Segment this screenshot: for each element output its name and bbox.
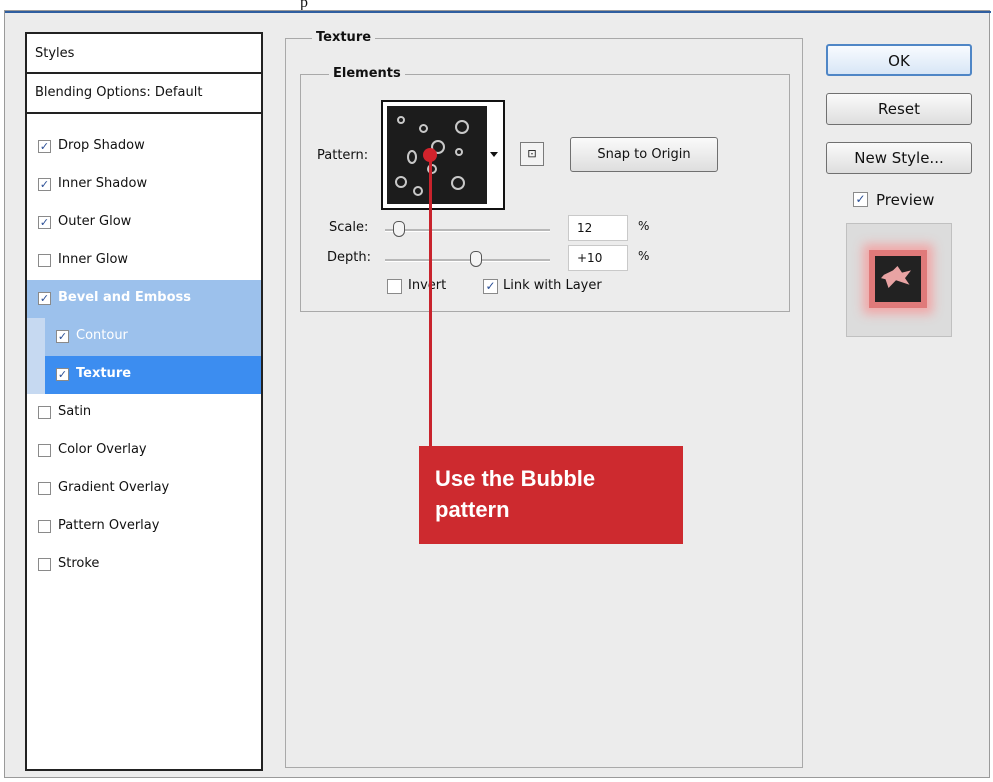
style-item-label: Inner Glow <box>58 252 129 267</box>
scale-label: Scale: <box>329 220 369 235</box>
dialog-top-line <box>5 11 991 13</box>
style-item-contour[interactable]: ✓ Contour <box>45 318 261 356</box>
style-item-label: Outer Glow <box>58 214 132 229</box>
style-preview-thumbnail <box>846 223 952 337</box>
style-item-label: Gradient Overlay <box>58 480 170 495</box>
styles-header-label: Styles <box>35 46 75 61</box>
style-item-label: Texture <box>76 366 132 381</box>
invert-label: Invert <box>408 278 447 293</box>
style-item-drop-shadow[interactable]: ✓ Drop Shadow <box>27 128 261 166</box>
link-with-layer-label: Link with Layer <box>503 278 602 293</box>
style-item-inner-shadow[interactable]: ✓ Inner Shadow <box>27 166 261 204</box>
checkbox-gradient-overlay[interactable] <box>38 482 51 495</box>
ok-button[interactable]: OK <box>826 44 972 76</box>
preview-label: Preview <box>876 191 935 209</box>
depth-slider-thumb[interactable] <box>470 251 482 267</box>
checkbox-bevel-and-emboss[interactable]: ✓ <box>38 292 51 305</box>
styles-list: Styles Blending Options: Default ✓ Drop … <box>25 32 263 771</box>
preview-checkbox[interactable]: ✓ <box>853 192 868 207</box>
styles-header[interactable]: Styles <box>27 34 261 74</box>
style-item-satin[interactable]: Satin <box>27 394 261 432</box>
style-item-pattern-overlay[interactable]: Pattern Overlay <box>27 508 261 546</box>
pattern-dropdown-arrow-icon[interactable] <box>490 152 498 157</box>
texture-title: Texture <box>312 30 376 45</box>
depth-input[interactable]: +10 <box>568 245 628 271</box>
pattern-picker[interactable] <box>381 100 505 210</box>
invert-checkbox[interactable] <box>387 279 402 294</box>
pattern-label: Pattern: <box>317 148 369 163</box>
depth-label: Depth: <box>327 250 371 265</box>
style-item-bevel-and-emboss[interactable]: ✓ Bevel and Emboss <box>27 280 261 318</box>
new-preset-icon[interactable]: ⊡ <box>520 142 544 166</box>
style-item-label: Stroke <box>58 556 100 571</box>
checkbox-inner-shadow[interactable]: ✓ <box>38 178 51 191</box>
style-item-label: Pattern Overlay <box>58 518 160 533</box>
blending-options-item[interactable]: Blending Options: Default <box>27 74 261 114</box>
elements-group <box>300 74 790 312</box>
checkbox-color-overlay[interactable] <box>38 444 51 457</box>
preview-swatch <box>875 256 921 302</box>
checkbox-pattern-overlay[interactable] <box>38 520 51 533</box>
preview-shape <box>881 266 911 288</box>
style-item-outer-glow[interactable]: ✓ Outer Glow <box>27 204 261 242</box>
checkbox-drop-shadow[interactable]: ✓ <box>38 140 51 153</box>
style-item-gradient-overlay[interactable]: Gradient Overlay <box>27 470 261 508</box>
scale-input[interactable]: 12 <box>568 215 628 241</box>
annotation-line-1: Use the Bubble <box>435 466 596 491</box>
scale-slider-thumb[interactable] <box>393 221 405 237</box>
checkbox-texture[interactable]: ✓ <box>56 368 69 381</box>
checkbox-contour[interactable]: ✓ <box>56 330 69 343</box>
depth-slider-track[interactable] <box>385 259 550 262</box>
annotation-pointer-line <box>429 154 432 448</box>
checkbox-inner-glow[interactable] <box>38 254 51 267</box>
annotation-line-2: pattern <box>435 497 510 522</box>
preview-glow <box>869 250 927 308</box>
link-with-layer-checkbox[interactable]: ✓ <box>483 279 498 294</box>
annotation-pointer-dot <box>423 148 437 162</box>
snap-to-origin-button[interactable]: Snap to Origin <box>570 137 718 172</box>
style-item-color-overlay[interactable]: Color Overlay <box>27 432 261 470</box>
style-item-label: Satin <box>58 404 92 419</box>
checkbox-stroke[interactable] <box>38 558 51 571</box>
new-style-button[interactable]: New Style... <box>826 142 972 174</box>
scale-unit: % <box>638 219 650 233</box>
sub-item-indent <box>27 318 45 394</box>
reset-button[interactable]: Reset <box>826 93 972 125</box>
style-item-label: Contour <box>76 328 128 343</box>
bubble-pattern-thumbnail <box>387 106 487 204</box>
checkbox-satin[interactable] <box>38 406 51 419</box>
top-strip <box>0 0 993 10</box>
checkbox-outer-glow[interactable]: ✓ <box>38 216 51 229</box>
annotation-callout: Use the Bubble pattern <box>419 446 683 544</box>
style-item-texture[interactable]: ✓ Texture <box>45 356 261 394</box>
style-item-label: Inner Shadow <box>58 176 148 191</box>
scale-slider-track[interactable] <box>385 229 550 232</box>
elements-title: Elements <box>329 66 405 81</box>
style-item-inner-glow[interactable]: Inner Glow <box>27 242 261 280</box>
blending-options-label: Blending Options: Default <box>35 85 203 100</box>
depth-unit: % <box>638 249 650 263</box>
style-item-stroke[interactable]: Stroke <box>27 546 261 584</box>
style-item-label: Color Overlay <box>58 442 147 457</box>
style-item-label: Bevel and Emboss <box>58 290 191 305</box>
style-item-label: Drop Shadow <box>58 138 145 153</box>
